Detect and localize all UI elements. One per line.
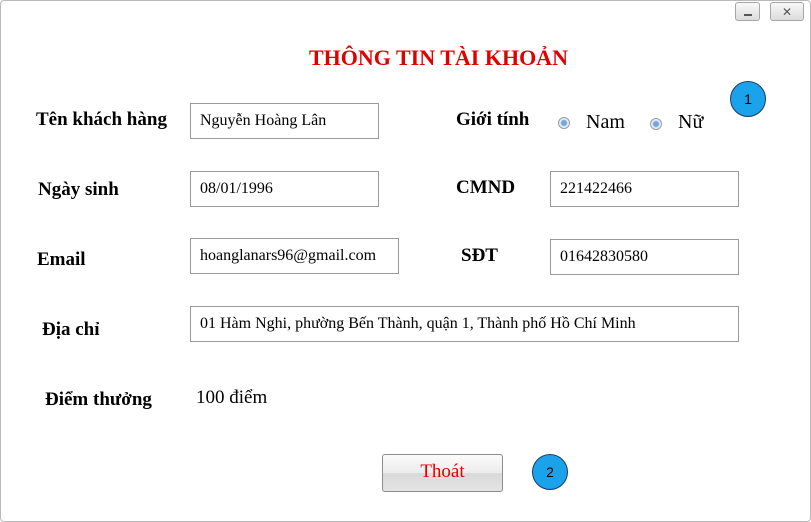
address-field[interactable]: 01 Hàm Nghi, phường Bến Thành, quận 1, T… — [190, 306, 739, 342]
exit-button[interactable]: Thoát — [382, 454, 503, 492]
reward-points-value: 100 điểm — [196, 387, 268, 408]
page-title: THÔNG TIN TÀI KHOẢN — [309, 45, 568, 70]
customer-name-field[interactable]: Nguyễn Hoàng Lân — [190, 103, 379, 139]
gender-label: Giới tính — [456, 109, 530, 130]
id-card-label: CMND — [456, 177, 516, 198]
minimize-button[interactable] — [735, 2, 760, 21]
email-label: Email — [37, 249, 86, 270]
address-label: Địa chỉ — [42, 319, 100, 340]
gender-radio-male-label: Nam — [586, 111, 625, 133]
dob-label: Ngày sinh — [38, 179, 119, 200]
annotation-badge-2: 2 — [532, 454, 568, 490]
phone-field[interactable]: 01642830580 — [550, 239, 739, 275]
close-icon: ✕ — [781, 5, 793, 19]
gender-radio-male[interactable] — [558, 117, 570, 129]
phone-label: SĐT — [461, 245, 498, 266]
account-info-window: ✕ THÔNG TIN TÀI KHOẢN Tên khách hàng Ngu… — [0, 0, 811, 522]
customer-name-label: Tên khách hàng — [36, 109, 167, 130]
minimize-icon — [736, 3, 759, 20]
gender-radio-female-label: Nữ — [678, 111, 704, 133]
dob-field[interactable]: 08/01/1996 — [190, 171, 379, 207]
annotation-badge-1: 1 — [730, 81, 766, 117]
id-card-field[interactable]: 221422466 — [550, 171, 739, 207]
reward-points-label: Điểm thưởng — [45, 389, 152, 410]
close-button[interactable]: ✕ — [770, 2, 804, 21]
email-field[interactable]: hoanglanars96@gmail.com — [190, 238, 399, 274]
gender-radio-female[interactable] — [650, 118, 662, 130]
